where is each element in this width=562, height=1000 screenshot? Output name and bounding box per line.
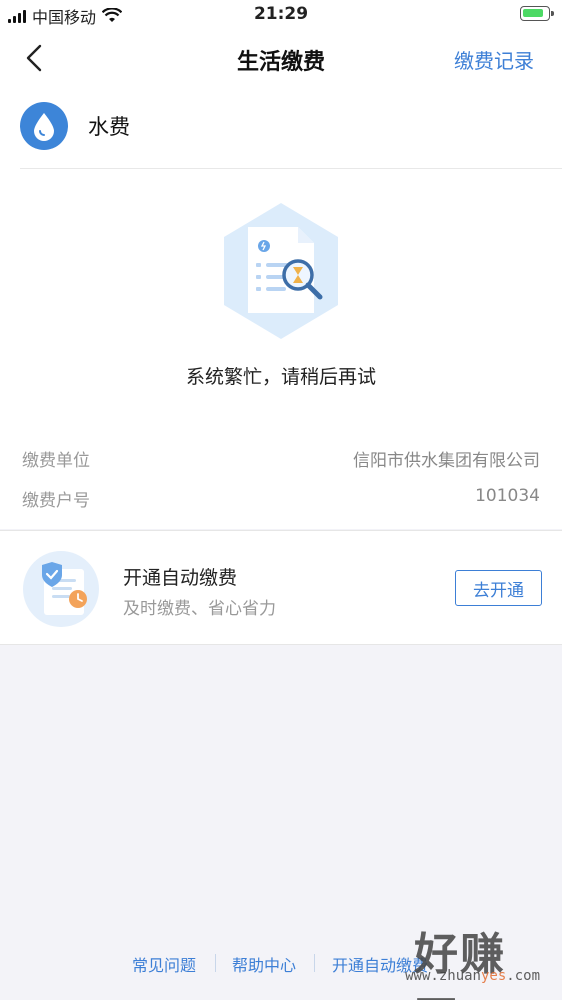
info-value: 信阳市供水集团有限公司 xyxy=(353,451,540,471)
error-message: 系统繁忙，请稍后再试 xyxy=(185,366,376,388)
info-label: 缴费单位 xyxy=(22,451,90,471)
nav-bar: 生活缴费 缴费记录 xyxy=(0,30,562,86)
auto-pay-illustration-icon xyxy=(23,551,99,627)
enable-auto-pay-button[interactable]: 去开通 xyxy=(455,570,542,606)
info-row-company: 缴费单位 信阳市供水集团有限公司 xyxy=(22,446,540,471)
faq-link[interactable]: 常见问题 xyxy=(132,952,196,976)
auto-pay-subtitle: 及时缴费、省心省力 xyxy=(123,599,276,619)
info-value: 101034 xyxy=(475,486,540,506)
watermark-url: www.zhuanyes.com xyxy=(405,968,540,984)
service-header: 水费 xyxy=(20,102,130,150)
service-name: 水费 xyxy=(88,115,130,139)
status-bar: 中国移动 21:29 xyxy=(0,0,562,30)
watermark: 好赚网 www.zhuanyes.com xyxy=(405,918,554,1000)
bill-card: 水费 系统繁忙，请稍后再试 缴费单位 信阳市供水集团有限公司 缴费户号 1010… xyxy=(0,86,562,529)
divider xyxy=(20,168,562,169)
battery-icon xyxy=(520,6,554,21)
system-busy-illustration xyxy=(224,203,338,339)
footer-separator xyxy=(215,954,216,972)
auto-pay-title: 开通自动缴费 xyxy=(123,567,238,589)
help-center-link[interactable]: 帮助中心 xyxy=(232,952,296,976)
info-label: 缴费户号 xyxy=(22,491,90,511)
info-row-account: 缴费户号 101034 xyxy=(22,486,540,511)
auto-pay-card: 开通自动缴费 及时缴费、省心省力 去开通 xyxy=(0,530,562,645)
status-time: 21:29 xyxy=(253,4,309,24)
payment-record-link[interactable]: 缴费记录 xyxy=(454,45,534,74)
footer-separator xyxy=(314,954,315,972)
water-drop-icon xyxy=(20,102,68,150)
watermark-title: 好赚网 xyxy=(414,929,506,1000)
